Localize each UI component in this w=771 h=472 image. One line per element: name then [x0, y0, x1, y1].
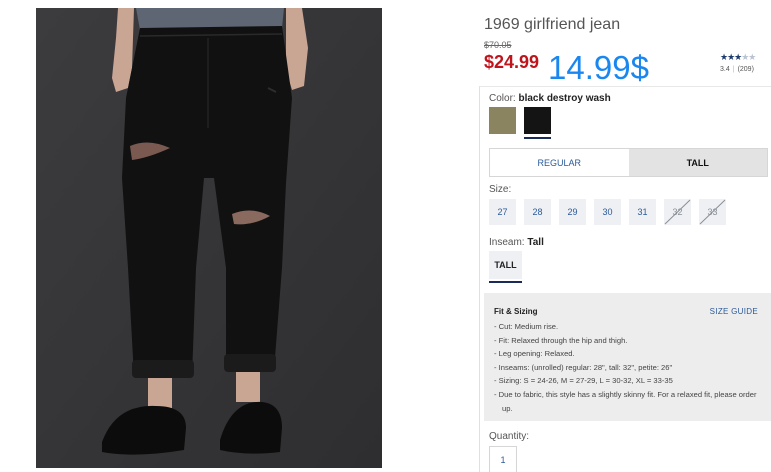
list-item: Due to fabric, this style has a slightly… [494, 388, 762, 415]
new-price: 14.99$ [548, 49, 649, 86]
size-guide-link[interactable]: SIZE GUIDE [710, 307, 758, 316]
star-rating-icon: ★★★★★ [720, 52, 756, 62]
size-option-33-unavailable[interactable]: 33 [699, 199, 726, 225]
size-option-31[interactable]: 31 [629, 199, 656, 225]
unavailable-strike-icon [664, 199, 691, 225]
size-option-27[interactable]: 27 [489, 199, 516, 225]
size-options: 27 28 29 30 31 32 33 [489, 199, 734, 225]
list-item: Sizing: S = 24-26, M = 27-29, L = 30-32,… [494, 374, 762, 388]
original-price: $70.05 [484, 40, 512, 50]
fit-tabs: REGULAR TALL [489, 148, 768, 177]
product-title: 1969 girlfriend jean [484, 16, 621, 33]
size-option-28[interactable]: 28 [524, 199, 551, 225]
inseam-label: Inseam: Tall [489, 237, 544, 248]
size-label: Size: [489, 184, 512, 195]
quantity-label: Quantity: [489, 431, 530, 442]
unavailable-strike-icon [699, 199, 726, 225]
list-item: Leg opening: Relaxed. [494, 347, 762, 361]
selected-color-name: black destroy wash [518, 93, 611, 104]
size-option-29[interactable]: 29 [559, 199, 586, 225]
product-image[interactable] [36, 8, 382, 468]
inseam-option-tall[interactable]: TALL [489, 251, 522, 283]
list-item: Cut: Medium rise. [494, 320, 762, 334]
rating-summary[interactable]: ★★★★★ 3.4 | (209) [720, 52, 770, 73]
tab-tall[interactable]: TALL [628, 149, 767, 176]
size-option-30[interactable]: 30 [594, 199, 621, 225]
size-option-32-unavailable[interactable]: 32 [664, 199, 691, 225]
color-swatch-olive[interactable] [489, 107, 516, 134]
list-item: Fit: Relaxed through the hip and thigh. [494, 334, 762, 348]
review-count[interactable]: (209) [738, 66, 754, 73]
tab-regular[interactable]: REGULAR [490, 149, 629, 176]
list-item: Inseams: (unrolled) regular: 28", tall: … [494, 361, 762, 375]
sale-price: $24.99 [484, 52, 540, 72]
fit-sizing-panel: Fit & Sizing SIZE GUIDE Cut: Medium rise… [484, 293, 771, 421]
selected-inseam: Tall [527, 237, 544, 248]
color-swatch-black-destroy-wash[interactable] [524, 107, 551, 139]
fit-details-list: Cut: Medium rise. Fit: Relaxed through t… [494, 320, 771, 415]
rating-score: 3.4 [720, 66, 730, 73]
quantity-select[interactable]: 1 [489, 446, 517, 472]
color-label: Color: black destroy wash [489, 93, 611, 104]
